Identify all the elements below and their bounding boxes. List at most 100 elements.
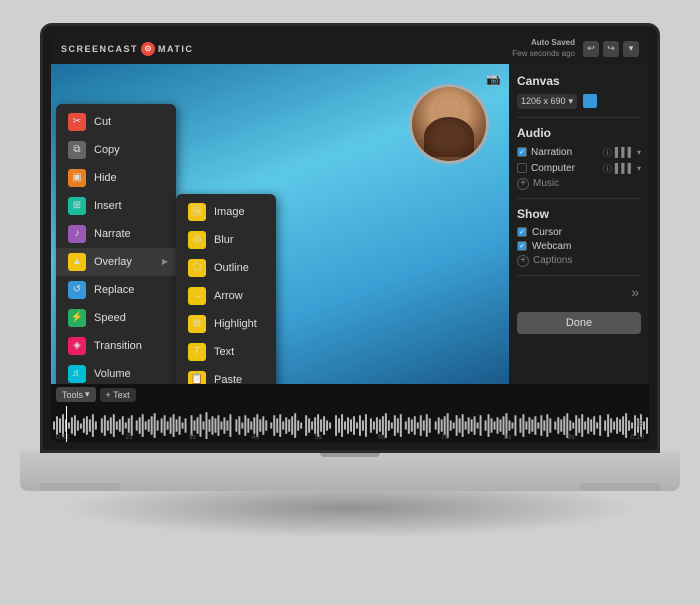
screen-bezel: SCREENCAST ⊙ MATIC Auto Saved Few second… — [40, 23, 660, 453]
tools-button[interactable]: Tools ▾ — [56, 387, 96, 402]
narration-chevron-icon[interactable]: ▾ — [637, 148, 641, 157]
narration-row: ✓ Narration ⓘ ▌▌▌ ▾ — [517, 146, 641, 159]
music-label: Music — [533, 178, 559, 189]
timeline-area: Tools ▾ + Text — [51, 384, 649, 442]
undo-button[interactable]: ↩ — [583, 41, 599, 57]
canvas-size-select[interactable]: 1206 x 690 ▾ — [517, 94, 577, 109]
webcam-checkbox[interactable]: ✓ — [517, 241, 527, 251]
text-plus-label: + Text — [106, 390, 130, 400]
camera-icon[interactable]: 📷 — [486, 72, 501, 86]
speed-icon: ⚡ — [68, 309, 86, 327]
laptop-foot-right — [580, 483, 660, 491]
submenu-item-image[interactable]: 🖼 Image — [176, 198, 276, 226]
highlight-icon: ⊞ — [188, 315, 206, 333]
computer-label: Computer — [531, 163, 575, 174]
app-logo: SCREENCAST ⊙ MATIC — [61, 42, 193, 56]
menu-item-cut[interactable]: ✂ Cut — [56, 108, 176, 136]
submenu-item-outline[interactable]: ⬡ Outline — [176, 254, 276, 282]
logo-text-right: MATIC — [158, 44, 193, 54]
paste-icon: 📋 — [188, 371, 206, 384]
cursor-row: ✓ Cursor — [517, 227, 641, 238]
blur-label: Blur — [214, 234, 234, 246]
menu-item-overlay[interactable]: ▲ Overlay — [56, 248, 176, 276]
webcam-row: ✓ Webcam — [517, 241, 641, 252]
insert-label: Insert — [94, 200, 122, 212]
outline-label: Outline — [214, 262, 249, 274]
logo-text-left: SCREENCAST — [61, 44, 138, 54]
add-captions-icon: + — [517, 255, 529, 267]
right-panel: Canvas 1206 x 690 ▾ Audio — [509, 64, 649, 384]
add-captions-row[interactable]: + Captions — [517, 255, 641, 267]
logo-circle-icon: ⊙ — [141, 42, 155, 56]
paste-label: Paste — [214, 374, 242, 384]
transition-icon: ◈ — [68, 337, 86, 355]
copy-label: Copy — [94, 144, 120, 156]
computer-label-group: Computer — [517, 163, 575, 174]
timeline-waveform[interactable]: 0:01 2s 3s 4s 5s 6s 7s 8s 9s 0:10 ⊕ — [51, 406, 649, 442]
tools-dropdown-icon: ▾ — [85, 389, 90, 400]
menu-item-transition[interactable]: ◈ Transition — [56, 332, 176, 360]
narrate-icon: ♪ — [68, 225, 86, 243]
auto-saved-status: Auto Saved Few seconds ago — [512, 38, 575, 59]
top-right-area: Auto Saved Few seconds ago ↩ ↪ ▾ — [512, 38, 639, 59]
playhead — [66, 406, 67, 442]
overlay-label: Overlay — [94, 256, 132, 268]
dropdown-button[interactable]: ▾ — [623, 41, 639, 57]
cursor-label: Cursor — [532, 227, 562, 238]
done-button[interactable]: Done — [517, 312, 641, 334]
timeline-search-icon[interactable]: ⊕ — [636, 418, 644, 429]
submenu-item-paste[interactable]: 📋 Paste — [176, 366, 276, 384]
arrow-icon: → — [188, 287, 206, 305]
context-menu: ✂ Cut ⧉ Copy ▣ Hide — [56, 104, 176, 384]
video-area: 📷 ✂ Cut ⧉ — [51, 64, 509, 384]
laptop-foot-left — [40, 483, 120, 491]
timeline-labels: 0:01 2s 3s 4s 5s 6s 7s 8s 9s 0:10 — [51, 434, 649, 441]
computer-chevron-icon[interactable]: ▾ — [637, 164, 641, 173]
submenu-item-text[interactable]: T Text — [176, 338, 276, 366]
menu-item-narrate[interactable]: ♪ Narrate — [56, 220, 176, 248]
toolbar-icons: ↩ ↪ ▾ — [583, 41, 639, 57]
webcam-person-image — [412, 87, 486, 161]
overlay-submenu: 🖼 Image ◎ Blur ⬡ Outline — [176, 194, 276, 384]
canvas-title: Canvas — [517, 74, 641, 88]
show-section: Show ✓ Cursor ✓ Webcam + Captions — [517, 207, 641, 276]
canvas-dropdown-icon: ▾ — [569, 96, 574, 107]
narration-checkbox[interactable]: ✓ — [517, 147, 527, 157]
menu-item-replace[interactable]: ↺ Replace — [56, 276, 176, 304]
screen-inner: SCREENCAST ⊙ MATIC Auto Saved Few second… — [51, 34, 649, 442]
submenu-item-arrow[interactable]: → Arrow — [176, 282, 276, 310]
menu-item-hide[interactable]: ▣ Hide — [56, 164, 176, 192]
cut-icon: ✂ — [68, 113, 86, 131]
more-arrow-area: » — [517, 284, 639, 300]
computer-row: Computer ⓘ ▌▌▌ ▾ — [517, 162, 641, 175]
menu-item-insert[interactable]: ⊞ Insert — [56, 192, 176, 220]
webcam-circle — [409, 84, 489, 164]
laptop-container: SCREENCAST ⊙ MATIC Auto Saved Few second… — [20, 23, 680, 583]
canvas-section: Canvas 1206 x 690 ▾ — [517, 74, 641, 118]
copy-icon: ⧉ — [68, 141, 86, 159]
text-icon: T — [188, 343, 206, 361]
narration-bars-icon: ▌▌▌ — [615, 147, 634, 157]
insert-icon: ⊞ — [68, 197, 86, 215]
arrow-label: Arrow — [214, 290, 243, 302]
captions-label: Captions — [533, 255, 572, 266]
menu-item-volume[interactable]: ♬ Volume — [56, 360, 176, 384]
overlay-icon: ▲ — [68, 253, 86, 271]
volume-label: Volume — [94, 368, 131, 380]
redo-button[interactable]: ↪ — [603, 41, 619, 57]
webcam-label: Webcam — [532, 241, 571, 252]
narration-info-icon: ⓘ — [603, 146, 612, 159]
menu-item-speed[interactable]: ⚡ Speed — [56, 304, 176, 332]
more-chevron-icon[interactable]: » — [631, 284, 639, 300]
outline-icon: ⬡ — [188, 259, 206, 277]
submenu-item-blur[interactable]: ◎ Blur — [176, 226, 276, 254]
submenu-item-highlight[interactable]: ⊞ Highlight — [176, 310, 276, 338]
canvas-color-picker[interactable] — [583, 94, 597, 108]
menu-item-copy[interactable]: ⧉ Copy — [56, 136, 176, 164]
cursor-checkbox[interactable]: ✓ — [517, 227, 527, 237]
add-music-row[interactable]: + Music — [517, 178, 641, 190]
add-text-button[interactable]: + Text — [100, 388, 136, 402]
top-bar: SCREENCAST ⊙ MATIC Auto Saved Few second… — [51, 34, 649, 64]
laptop-base — [20, 451, 680, 491]
computer-checkbox[interactable] — [517, 163, 527, 173]
